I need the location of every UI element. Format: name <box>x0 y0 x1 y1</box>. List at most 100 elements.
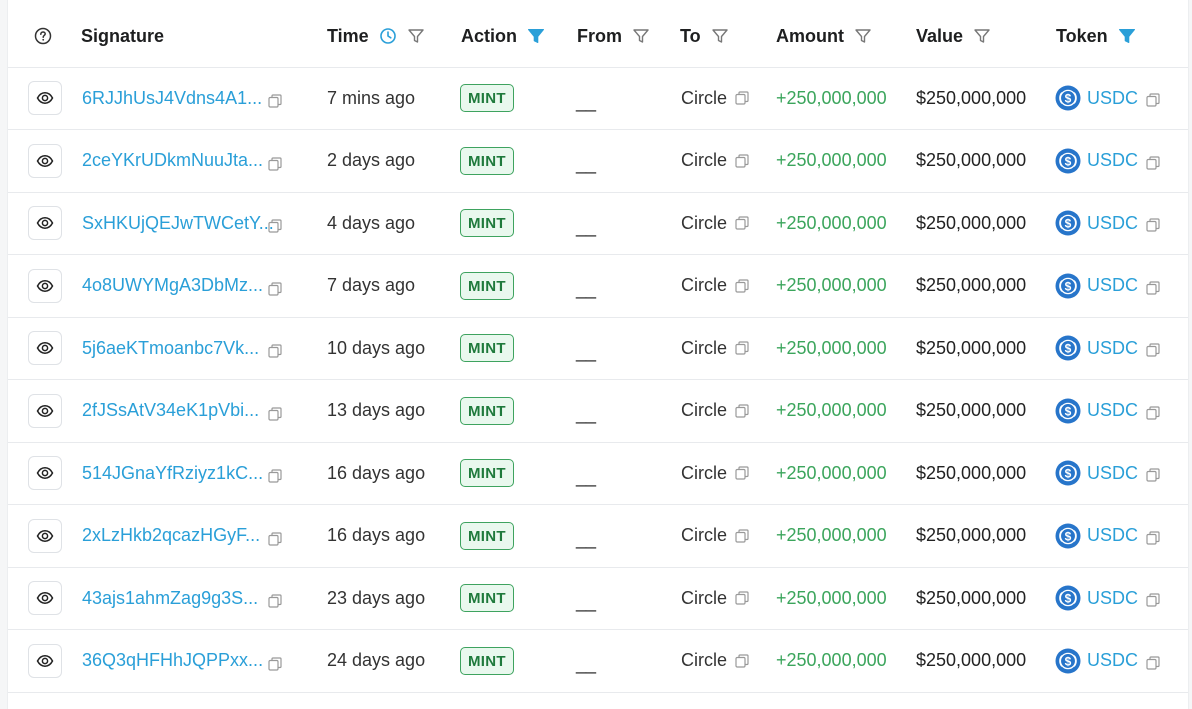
view-button[interactable] <box>28 331 62 365</box>
view-button[interactable] <box>28 581 62 615</box>
token-link[interactable]: USDC <box>1087 463 1138 484</box>
action-badge: MINT <box>460 84 514 112</box>
copy-icon[interactable] <box>735 91 749 105</box>
token-link[interactable]: USDC <box>1087 525 1138 546</box>
amount-filter-icon[interactable] <box>854 27 872 45</box>
copy-icon[interactable] <box>735 591 749 605</box>
view-button[interactable] <box>28 393 62 428</box>
copy-icon[interactable] <box>1146 343 1160 357</box>
token-link[interactable]: USDC <box>1087 400 1138 421</box>
to-cell: Circle <box>681 567 749 629</box>
to-text[interactable]: Circle <box>681 525 727 546</box>
view-button[interactable] <box>28 143 62 178</box>
copy-icon[interactable] <box>268 406 282 421</box>
copy-icon[interactable] <box>1146 405 1160 420</box>
value-text: $250,000,000 <box>916 587 1027 608</box>
copy-icon[interactable] <box>268 219 282 233</box>
signature-link[interactable]: SxHKUjQEJwTWCetY... <box>82 213 274 234</box>
copy-icon[interactable] <box>735 216 749 230</box>
copy-icon[interactable] <box>1146 280 1160 295</box>
clock-icon[interactable] <box>379 27 397 45</box>
copy-icon[interactable] <box>1146 218 1160 232</box>
to-text[interactable]: Circle <box>681 463 727 484</box>
copy-icon[interactable] <box>268 594 282 608</box>
signature-copy-cell <box>268 442 282 504</box>
copy-icon[interactable] <box>1146 593 1160 607</box>
view-button[interactable] <box>28 643 62 678</box>
token-cell: $ USDC <box>1055 567 1160 629</box>
from-text: __ <box>576 216 597 237</box>
view-button[interactable] <box>28 518 62 553</box>
amount-cell: +250,000,000 <box>776 442 887 504</box>
from-cell: __ <box>576 380 596 442</box>
signature-link[interactable]: 6RJJhUsJ4Vdns4A1... <box>82 88 262 109</box>
copy-icon[interactable] <box>1146 93 1160 107</box>
to-text[interactable]: Circle <box>681 400 727 421</box>
copy-icon[interactable] <box>735 341 749 355</box>
signature-link[interactable]: 514JGnaYfRziyz1kC... <box>82 463 263 484</box>
time-cell: 2 days ago <box>327 130 415 192</box>
token-link[interactable]: USDC <box>1087 588 1138 609</box>
copy-icon[interactable] <box>735 466 749 480</box>
action-filter-icon[interactable] <box>527 27 545 45</box>
signature-link[interactable]: 2fJSsAtV34eK1pVbi... <box>82 400 259 421</box>
to-filter-icon[interactable] <box>711 27 729 45</box>
value-filter-icon[interactable] <box>973 27 991 45</box>
token-link[interactable]: USDC <box>1087 150 1138 171</box>
to-text[interactable]: Circle <box>681 88 727 109</box>
signature-link[interactable]: 5j6aeKTmoanbc7Vk... <box>82 338 259 359</box>
signature-link[interactable]: 4o8UWYMgA3DbMz... <box>82 275 263 296</box>
view-button[interactable] <box>28 81 62 115</box>
to-text[interactable]: Circle <box>681 213 727 234</box>
signature-link[interactable]: 2ceYKrUDkmNuuJta... <box>82 150 263 171</box>
token-filter-icon[interactable] <box>1118 27 1136 45</box>
copy-icon[interactable] <box>268 156 282 171</box>
time-text: 7 mins ago <box>327 87 416 108</box>
signature-cell: 43ajs1ahmZag9g3S... <box>82 567 258 629</box>
eye-icon <box>36 404 54 417</box>
token-link[interactable]: USDC <box>1087 275 1138 296</box>
help-cell <box>34 5 52 67</box>
table-row: 514JGnaYfRziyz1kC... 16 days ago MINT __… <box>8 442 1188 505</box>
signature-link[interactable]: 36Q3qHFHhJQPPxx... <box>82 650 263 671</box>
view-button[interactable] <box>28 456 62 490</box>
signature-link[interactable]: 2xLzHkb2qcazHGyF... <box>82 525 260 546</box>
token-link[interactable]: USDC <box>1087 650 1138 671</box>
copy-icon[interactable] <box>268 469 282 483</box>
signature-copy-cell <box>268 192 282 254</box>
token-link[interactable]: USDC <box>1087 88 1138 109</box>
copy-icon[interactable] <box>268 531 282 546</box>
help-circle-icon[interactable] <box>34 27 52 45</box>
copy-icon[interactable] <box>1146 530 1160 545</box>
to-text[interactable]: Circle <box>681 588 727 609</box>
copy-icon[interactable] <box>268 94 282 108</box>
view-button[interactable] <box>28 206 62 240</box>
copy-icon[interactable] <box>1146 155 1160 170</box>
copy-icon[interactable] <box>1146 468 1160 482</box>
time-text: 16 days ago <box>327 525 426 545</box>
copy-icon[interactable] <box>735 278 749 293</box>
header-from-label: From <box>577 25 622 46</box>
copy-icon[interactable] <box>268 281 282 296</box>
copy-icon[interactable] <box>268 344 282 358</box>
value-text: $250,000,000 <box>916 150 1027 170</box>
view-button[interactable] <box>28 268 62 303</box>
signature-copy-cell <box>268 255 282 317</box>
header-value: Value <box>916 5 991 67</box>
to-text[interactable]: Circle <box>681 338 727 359</box>
to-text[interactable]: Circle <box>681 650 727 671</box>
copy-icon[interactable] <box>735 528 749 543</box>
header-signature-label: Signature <box>81 25 165 46</box>
time-filter-icon[interactable] <box>407 27 425 45</box>
token-link[interactable]: USDC <box>1087 213 1138 234</box>
copy-icon[interactable] <box>268 656 282 671</box>
to-text[interactable]: Circle <box>681 150 727 171</box>
signature-link[interactable]: 43ajs1ahmZag9g3S... <box>82 588 258 609</box>
copy-icon[interactable] <box>735 653 749 668</box>
copy-icon[interactable] <box>735 403 749 418</box>
to-text[interactable]: Circle <box>681 275 727 296</box>
copy-icon[interactable] <box>735 153 749 168</box>
copy-icon[interactable] <box>1146 655 1160 670</box>
token-link[interactable]: USDC <box>1087 338 1138 359</box>
from-filter-icon[interactable] <box>632 27 650 45</box>
